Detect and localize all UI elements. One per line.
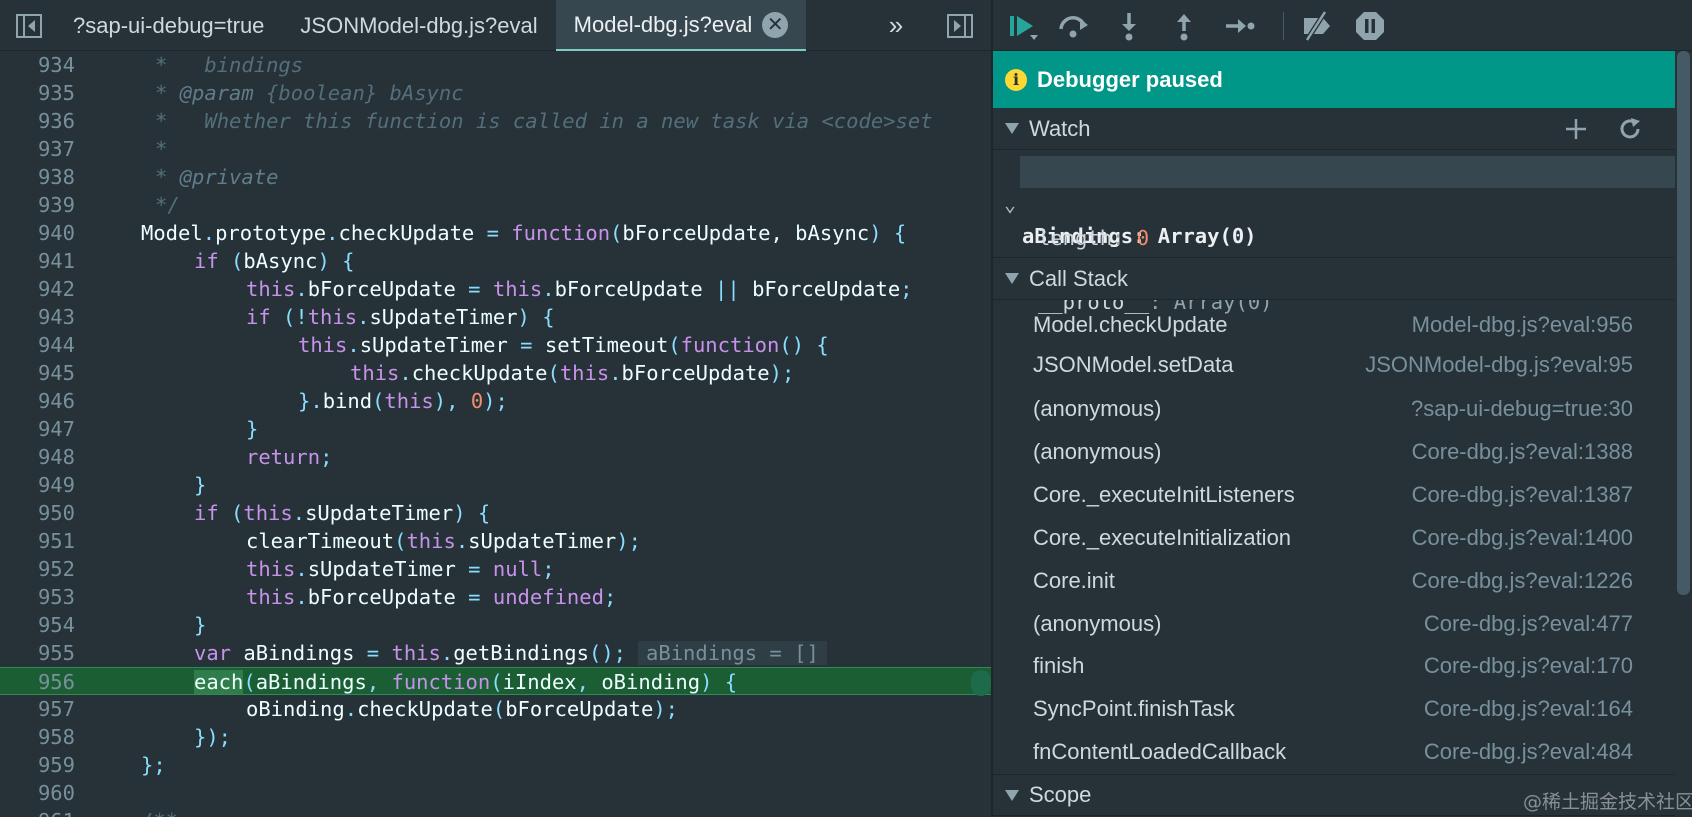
tab-label: JSONModel-dbg.js?eval <box>300 12 538 38</box>
code-line: 944 this.sUpdateTimer = setTimeout(functi… <box>37 333 829 357</box>
code-line: 946}.bind(this), 0); <box>37 389 508 413</box>
code-line: 957 oBinding.checkUpdate(bForceUpdate); <box>37 697 678 721</box>
call-frame[interactable]: (anonymous) Core-dbg.js?eval:477 <box>993 604 1675 644</box>
code-line: 952 this.sUpdateTimer = null; <box>37 557 555 581</box>
watch-property[interactable]: length: 0 <box>993 190 1675 250</box>
code-line: 951 clearTimeout(this.sUpdateTimer); <box>37 529 641 553</box>
code-line: 947} <box>37 417 259 441</box>
watch-expressions: ⌄ aBindings: Array(0) length: 0 › __prot… <box>993 152 1675 314</box>
tab-label: Model-dbg.js?eval <box>573 11 753 37</box>
step-over-icon[interactable] <box>1055 8 1091 44</box>
tab-model-dbg[interactable]: Model-dbg.js?eval ✕ <box>555 0 807 51</box>
source-pane: ?sap-ui-debug=true JSONModel-dbg.js?eval… <box>0 0 991 817</box>
watermark: @稀土掘金技术社区 <box>1523 791 1692 813</box>
debugger-pane: i Debugger paused Watch ⌄ aBindings: Arr… <box>993 0 1692 817</box>
watch-expression[interactable]: ⌄ aBindings: Array(0) <box>1004 156 1675 248</box>
code-editor[interactable]: 934 * bindings 935 * @param {boolean} bAsy… <box>0 51 991 817</box>
code-line: 953 this.bForceUpdate = undefined; <box>37 585 617 609</box>
paused-status: Debugger paused <box>1037 66 1223 92</box>
code-line: 938 * @private <box>37 165 279 189</box>
call-frame[interactable]: Model.checkUpdate Model-dbg.js?eval:956 <box>993 305 1675 345</box>
refresh-icon[interactable] <box>1615 114 1645 144</box>
code-line: 934 * bindings <box>37 53 304 77</box>
call-frame[interactable]: Core.init Core-dbg.js?eval:1226 <box>993 561 1675 601</box>
editor-tab-bar: ?sap-ui-debug=true JSONModel-dbg.js?eval… <box>0 0 991 51</box>
chevron-down-icon <box>1005 273 1019 284</box>
watch-label: Watch <box>1029 115 1091 141</box>
code-line: 936 * Whether this function is called in … <box>37 109 933 133</box>
code-line: 961/** <box>0 807 991 817</box>
call-frame[interactable]: SyncPoint.finishTask Core-dbg.js?eval:164 <box>993 689 1675 729</box>
code-line: 950 if (this.sUpdateTimer) { <box>37 501 491 525</box>
code-line: 945 this.checkUpdate(this.bForceUpdate); <box>37 361 795 385</box>
code-line: 941 if (bAsync) { <box>37 249 355 273</box>
tab-label: ?sap-ui-debug=true <box>73 12 265 38</box>
add-icon[interactable] <box>1561 114 1591 144</box>
code-line: 943 if (!this.sUpdateTimer) { <box>37 305 555 329</box>
code-line: 939 */ <box>37 193 180 217</box>
pause-on-exceptions-icon[interactable] <box>1352 8 1388 44</box>
call-frame[interactable]: (anonymous) Core-dbg.js?eval:1388 <box>993 432 1675 472</box>
deactivate-breakpoints-icon[interactable] <box>1298 8 1334 44</box>
code-line: 958}); <box>37 725 232 749</box>
close-icon[interactable]: ✕ <box>762 11 789 38</box>
code-line: 955 var aBindings = this.getBindings(); aB… <box>0 639 991 667</box>
tab-jsonmodel-dbg[interactable]: JSONModel-dbg.js?eval <box>282 0 555 51</box>
info-icon: i <box>1005 68 1027 91</box>
call-frame[interactable]: (anonymous) ?sap-ui-debug=true:30 <box>993 389 1675 429</box>
toolbar-separator <box>1283 12 1284 40</box>
chevron-down-icon <box>1005 123 1019 134</box>
tab-sap-ui-debug[interactable]: ?sap-ui-debug=true <box>55 0 282 51</box>
toggle-sidebar-icon[interactable] <box>14 12 44 40</box>
chevron-down-icon <box>1005 789 1019 801</box>
step-into-icon[interactable] <box>1111 8 1147 44</box>
step-out-icon[interactable] <box>1166 8 1202 44</box>
code-line: 940 Model.prototype.checkUpdate = functio… <box>37 221 907 245</box>
code-line: 959}; <box>37 753 166 777</box>
debugger-paused-banner: i Debugger paused <box>993 51 1675 108</box>
toggle-debugger-icon[interactable] <box>945 12 975 40</box>
debugger-toolbar <box>993 0 1692 51</box>
call-frame[interactable]: Core._executeInitialization Core-dbg.js?e… <box>993 518 1675 558</box>
inline-value: aBindings = [] <box>638 641 827 665</box>
execution-line: 956 each(aBindings, function(iIndex, oBin… <box>0 667 991 696</box>
resume-icon[interactable] <box>1005 8 1041 44</box>
call-frame[interactable]: fnContentLoadedCallback Core-dbg.js?eval:… <box>993 732 1675 772</box>
code-line: 935 * @param {boolean} bAsync <box>37 81 464 105</box>
code-line: 954} <box>37 613 207 637</box>
code-line: 960 <box>37 781 75 805</box>
execution-marker <box>971 670 991 696</box>
code-line: 942 this.bForceUpdate = this.bForceUpdate… <box>37 277 913 301</box>
call-frame[interactable]: Core._executeInitListeners Core-dbg.js?ev… <box>993 475 1675 515</box>
step-icon[interactable] <box>1221 8 1257 44</box>
code-line: 949} <box>37 473 207 497</box>
editor-tabs: ?sap-ui-debug=true JSONModel-dbg.js?eval… <box>55 0 807 51</box>
watch-section-header[interactable]: Watch <box>993 108 1675 150</box>
tabs-overflow-icon[interactable]: » <box>880 10 912 40</box>
scope-label: Scope <box>1029 782 1092 807</box>
call-frame[interactable]: JSONModel.setData JSONModel-dbg.js?eval:9… <box>993 345 1675 385</box>
call-stack-label: Call Stack <box>1029 265 1129 291</box>
watch-property[interactable]: › __proto__: Array(0) <box>993 222 1675 314</box>
scrollbar-thumb[interactable] <box>1677 51 1690 595</box>
code-line: 937 * <box>37 137 168 161</box>
call-stack-section-header[interactable]: Call Stack <box>993 258 1675 300</box>
call-frame[interactable]: finish Core-dbg.js?eval:170 <box>993 646 1675 686</box>
code-line: 948 return; <box>37 445 333 469</box>
